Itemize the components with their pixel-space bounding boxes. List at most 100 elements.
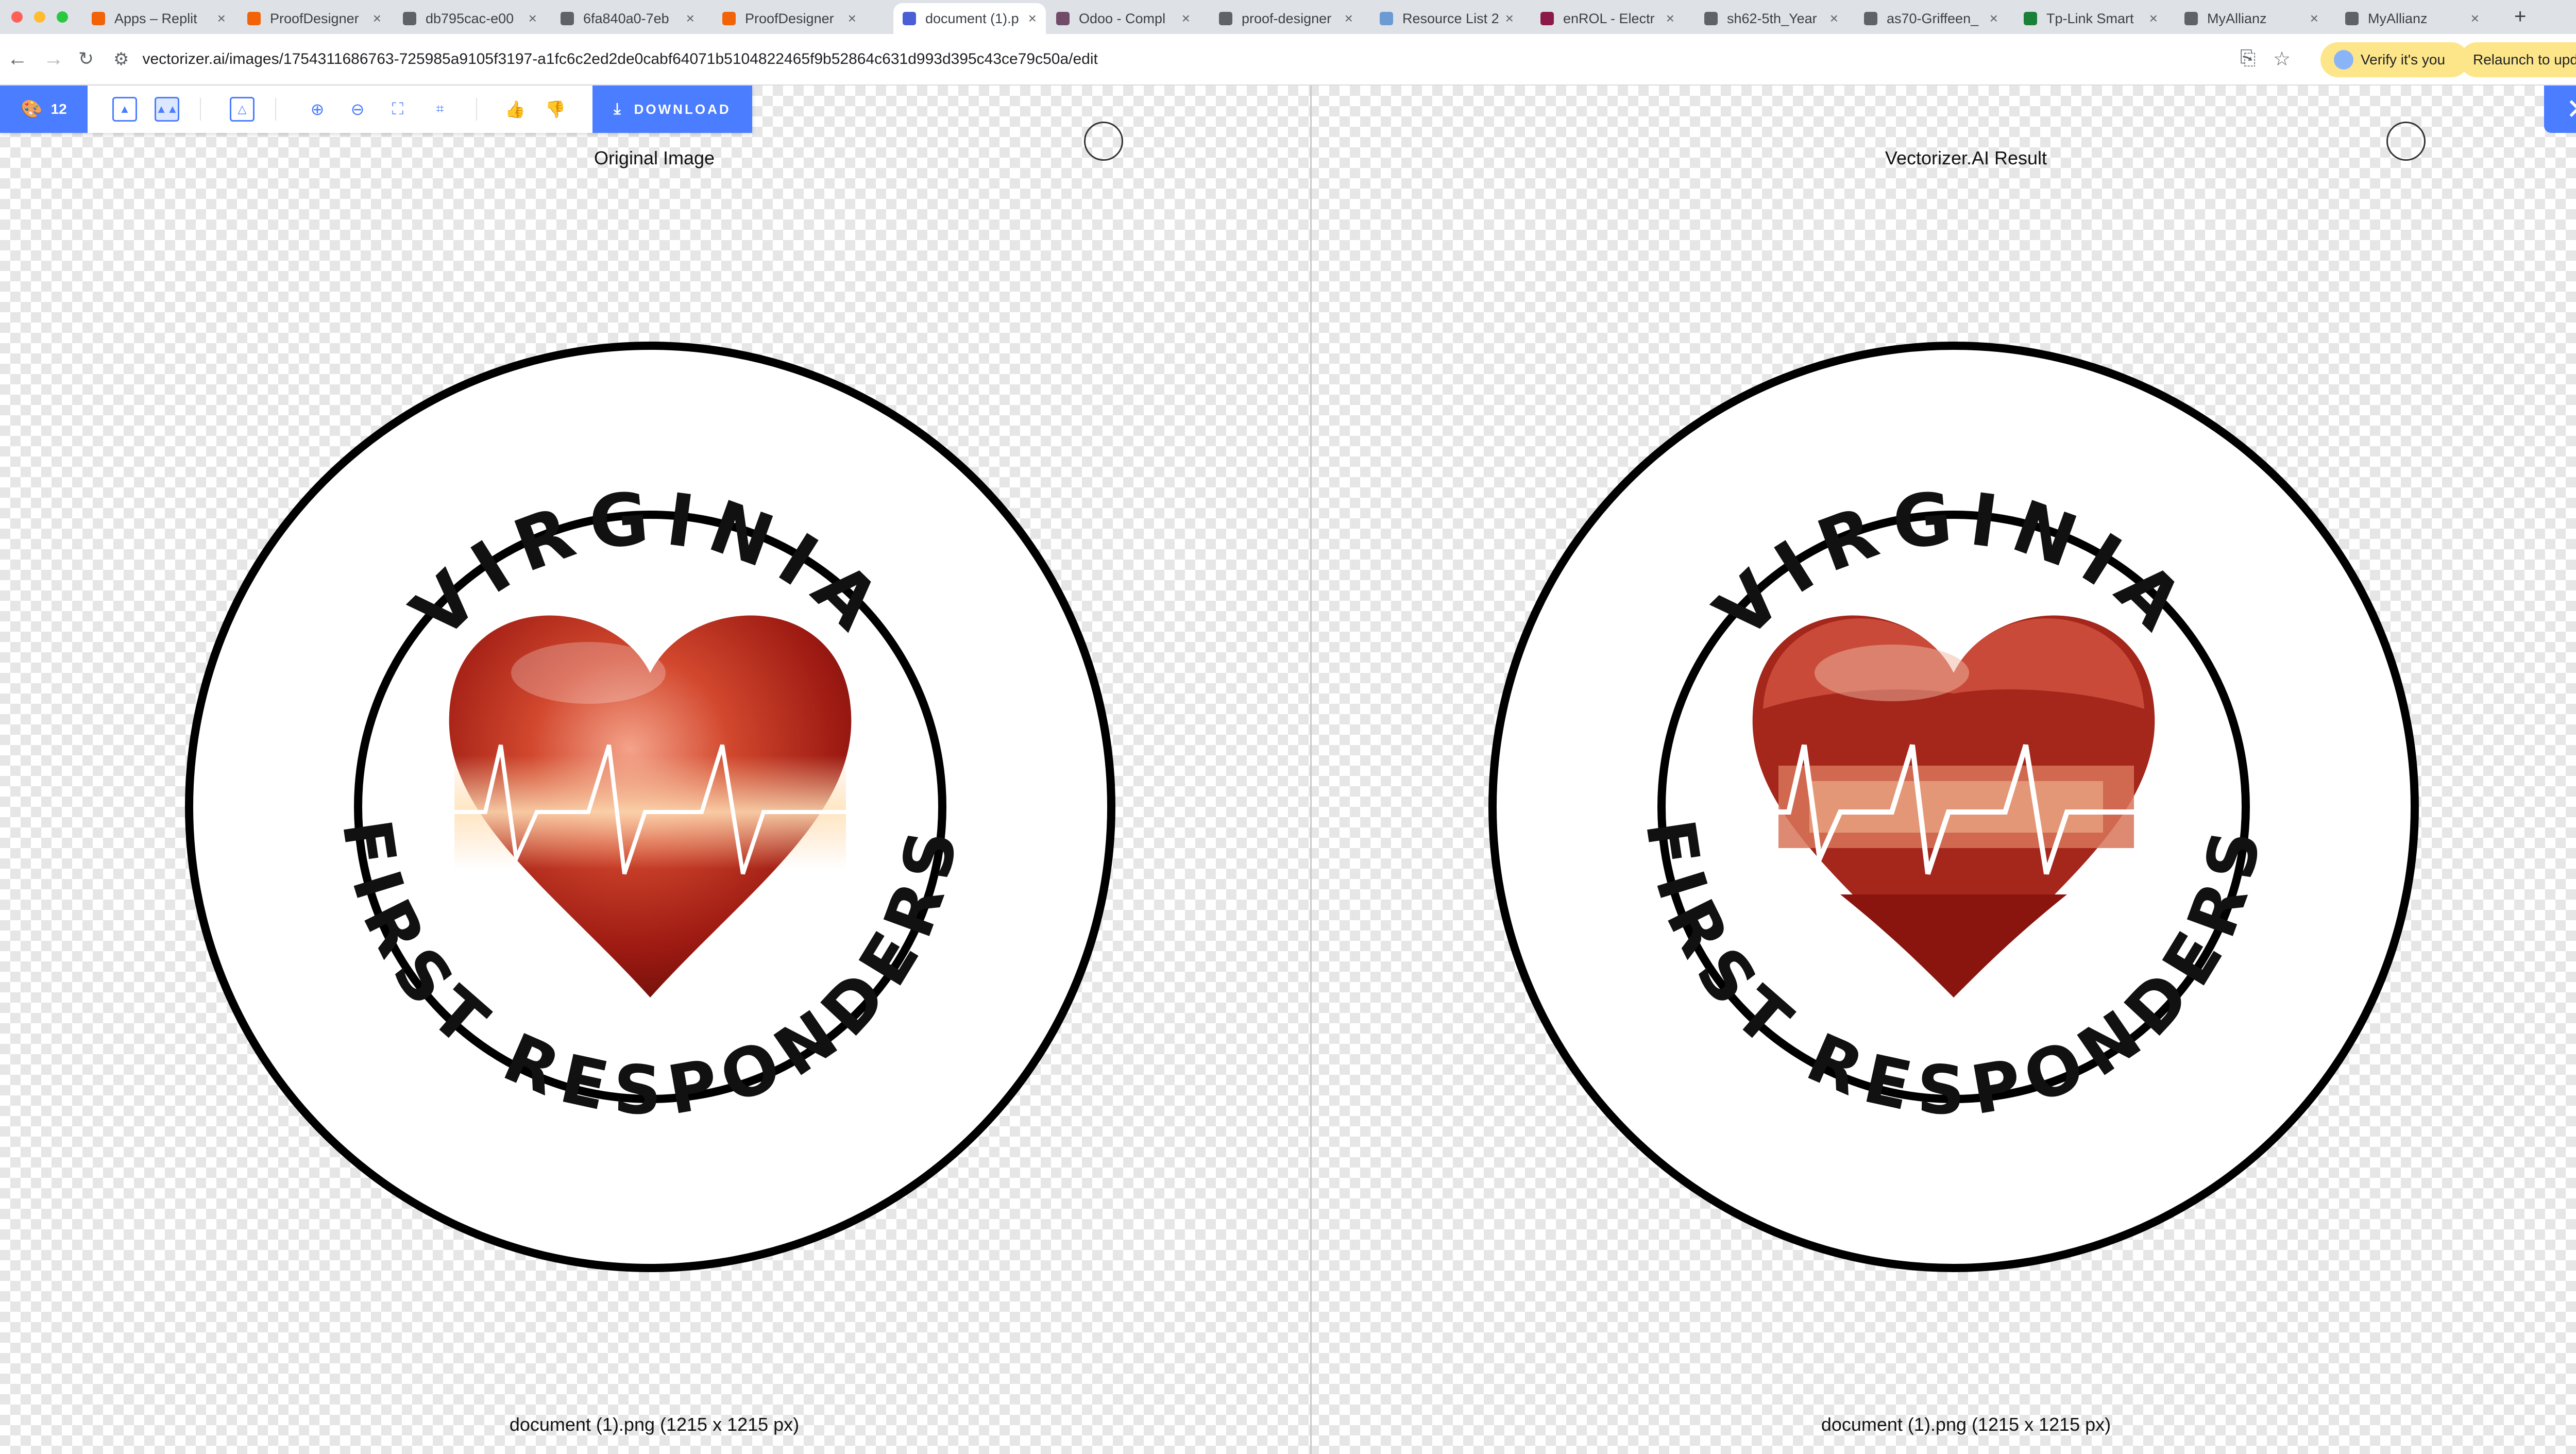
tab-title: document (1).p <box>925 10 1019 26</box>
browser-tab[interactable]: ProofDesigner × <box>713 3 866 34</box>
odoo-icon <box>1056 12 1070 25</box>
tab-close-icon[interactable]: × <box>217 10 226 27</box>
verify-identity-button[interactable]: Verify it's you <box>2320 42 2469 77</box>
tab-close-icon[interactable]: × <box>1505 10 1514 27</box>
browser-tab[interactable]: sh62-5th_Year × <box>1695 3 1848 34</box>
shape-view-button[interactable]: △ <box>230 97 255 122</box>
browser-tab[interactable]: MyAllianz × <box>2336 3 2488 34</box>
globe-icon <box>561 12 574 25</box>
panel-divider[interactable] <box>1310 86 1312 1454</box>
enrol-icon <box>1540 12 1554 25</box>
right-panel-caption: document (1).png (1215 x 1215 px) <box>1821 1414 2111 1435</box>
tab-title: Odoo - Compl <box>1079 10 1166 26</box>
original-logo-image[interactable]: VIRGINIA FIRST RESPONDERS <box>145 302 1155 1312</box>
right-panel-title: Vectorizer.AI Result <box>1885 147 2047 168</box>
tab-title: enROL - Electr <box>1563 10 1655 26</box>
forward-arrow-icon[interactable]: → <box>43 48 64 69</box>
fit-to-screen-icon[interactable]: ⛶ <box>385 97 410 122</box>
browser-tab[interactable]: as70-Griffeen_ × <box>1855 3 2007 34</box>
actual-size-icon[interactable]: ⌗ <box>428 97 452 122</box>
download-label: DOWNLOAD <box>634 101 731 117</box>
zoom-out-icon[interactable]: ⊖ <box>345 97 370 122</box>
tab-close-icon[interactable]: × <box>2310 10 2318 27</box>
minimize-window-button[interactable] <box>34 11 45 23</box>
cursor-indicator <box>2386 122 2426 161</box>
install-app-icon[interactable]: ⎘ <box>2240 47 2256 70</box>
tab-title: MyAllianz <box>2207 10 2267 26</box>
tab-close-icon[interactable]: × <box>1990 10 1998 27</box>
globe-icon <box>2345 12 2359 25</box>
credits-button[interactable]: 🎨 12 <box>0 86 88 133</box>
tab-close-icon[interactable]: × <box>1830 10 1838 27</box>
left-panel-caption: document (1).png (1215 x 1215 px) <box>509 1414 800 1435</box>
address-bar[interactable]: ⚙ vectorizer.ai/images/1754311686763-725… <box>113 41 2293 77</box>
tab-title: Tp-Link Smart <box>2046 10 2134 26</box>
tab-title: 6fa840a0-7eb <box>583 10 669 26</box>
close-icon[interactable]: ✕ <box>2544 86 2576 133</box>
tab-close-icon[interactable]: × <box>686 10 694 27</box>
browser-tab[interactable]: ProofDesigner × <box>238 3 391 34</box>
editor-toolbar: 🎨 12 ▲ ▲▲ △ ⊕ ⊖ ⛶ ⌗ 👍 👎 ⤓ DOWNLOAD <box>0 86 752 133</box>
browser-tab-strip: Apps – Replit × ProofDesigner × db795cac-e00… <box>0 0 2576 34</box>
bookmark-star-icon[interactable]: ☆ <box>2273 47 2291 71</box>
globe-icon <box>403 12 416 25</box>
close-window-button[interactable] <box>11 11 23 23</box>
tab-title: proof-designer <box>1242 10 1332 26</box>
reload-icon[interactable]: ↻ <box>78 48 94 69</box>
thumbs-down-icon[interactable]: 👎 <box>543 97 568 122</box>
browser-tab[interactable]: enROL - Electr × <box>1531 3 1684 34</box>
browser-tab[interactable]: Tp-Link Smart × <box>2014 3 2167 34</box>
tab-title: Resource List 2 <box>1402 10 1499 26</box>
tab-title: Apps – Replit <box>114 10 197 26</box>
replit-icon <box>722 12 736 25</box>
tab-title: MyAllianz <box>2368 10 2428 26</box>
tab-title: ProofDesigner <box>745 10 834 26</box>
download-icon: ⤓ <box>614 100 623 117</box>
tab-title: db795cac-e00 <box>426 10 514 26</box>
download-button[interactable]: ⤓ DOWNLOAD <box>592 86 752 133</box>
browser-tab[interactable]: db795cac-e00 × <box>394 3 546 34</box>
thumbs-up-icon[interactable]: 👍 <box>503 97 528 122</box>
zoom-in-icon[interactable]: ⊕ <box>305 97 330 122</box>
cursor-indicator <box>1084 122 1123 161</box>
vectorized-logo-image[interactable]: VIRGINIA FIRST RESPONDERS <box>1449 302 2459 1312</box>
palette-icon: 🎨 <box>21 99 43 119</box>
new-tab-button[interactable]: + <box>2514 5 2526 28</box>
credits-count: 12 <box>50 101 67 117</box>
browser-tab[interactable]: proof-designer × <box>1210 3 1362 34</box>
verify-label: Verify it's you <box>2361 52 2446 67</box>
tab-close-icon[interactable]: × <box>1666 10 1674 27</box>
browser-tab[interactable]: Odoo - Compl × <box>1047 3 1199 34</box>
tab-title: ProofDesigner <box>270 10 359 26</box>
globe-icon <box>1704 12 1718 25</box>
tab-close-icon[interactable]: × <box>1182 10 1190 27</box>
tab-title: sh62-5th_Year <box>1727 10 1817 26</box>
single-view-button[interactable]: ▲ <box>112 97 137 122</box>
browser-tab[interactable]: document (1).p × <box>893 3 1046 34</box>
tab-close-icon[interactable]: × <box>2149 10 2158 27</box>
relaunch-button[interactable]: Relaunch to update ⋮ <box>2460 42 2576 77</box>
tab-close-icon[interactable]: × <box>1028 10 1037 27</box>
browser-tab[interactable]: 6fa840a0-7eb × <box>551 3 704 34</box>
tab-title: as70-Griffeen_ <box>1887 10 1979 26</box>
maximize-window-button[interactable] <box>57 11 68 23</box>
globe-icon <box>1864 12 1877 25</box>
browser-tab[interactable]: Resource List 2 × <box>1370 3 1523 34</box>
browser-tab[interactable]: Apps – Replit × <box>82 3 235 34</box>
site-settings-icon[interactable]: ⚙ <box>113 49 129 70</box>
url-text: vectorizer.ai/images/1754311686763-72598… <box>142 50 1098 67</box>
tab-close-icon[interactable]: × <box>529 10 537 27</box>
side-by-side-view-button[interactable]: ▲▲ <box>155 97 179 122</box>
globe-icon <box>2184 12 2198 25</box>
profile-avatar-icon <box>2334 50 2353 70</box>
globe-icon <box>1219 12 1232 25</box>
comparison-workspace[interactable]: 🎨 12 ▲ ▲▲ △ ⊕ ⊖ ⛶ ⌗ 👍 👎 ⤓ DOWNLOAD ✕ Ori… <box>0 86 2576 1454</box>
tab-close-icon[interactable]: × <box>1345 10 1353 27</box>
tab-close-icon[interactable]: × <box>848 10 856 27</box>
back-arrow-icon[interactable]: ← <box>7 48 28 69</box>
tab-close-icon[interactable]: × <box>2471 10 2479 27</box>
tab-close-icon[interactable]: × <box>373 10 381 27</box>
browser-tab[interactable]: MyAllianz × <box>2175 3 2328 34</box>
globe-icon <box>1380 12 1393 25</box>
tplink-icon <box>2024 12 2037 25</box>
